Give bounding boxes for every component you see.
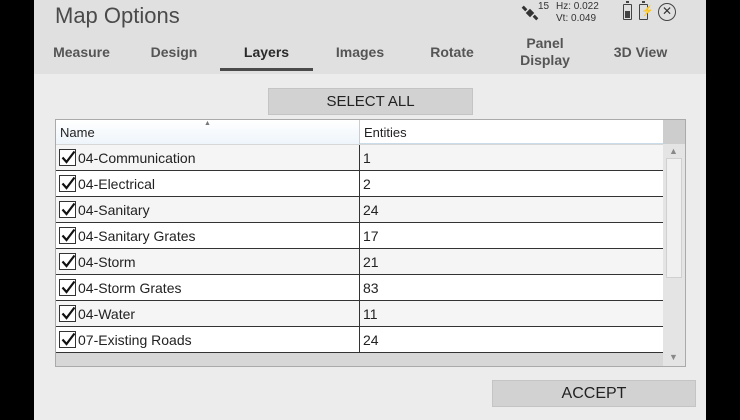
entity-count-cell: 17 <box>363 227 379 244</box>
header: Map Options 15 Hz: 0.022 Vt: 0.049 ⚡ ✕ M… <box>34 0 706 74</box>
layer-visibility-checkbox[interactable] <box>59 279 76 296</box>
entity-count-cell: 1 <box>363 149 371 166</box>
table-row[interactable]: 04-Storm 21 <box>56 249 663 275</box>
layer-name: 04-Storm <box>78 253 136 270</box>
status-bar: 15 Hz: 0.022 Vt: 0.049 ⚡ ✕ <box>506 0 706 26</box>
charging-battery-icon: ⚡ <box>639 1 653 20</box>
layer-name-cell: 04-Storm Grates <box>56 275 360 300</box>
satellite-count: 15 <box>538 1 550 12</box>
table-row[interactable]: 04-Sanitary 24 <box>56 197 663 223</box>
layer-name-cell: 04-Electrical <box>56 171 360 196</box>
scroll-up-icon[interactable]: ▲ <box>669 146 678 156</box>
scrollbar-header-cap <box>663 120 685 144</box>
tab-panel-display[interactable]: Panel Display <box>497 30 593 74</box>
entity-count-cell: 83 <box>363 279 379 296</box>
layer-name-cell: 04-Water <box>56 301 360 326</box>
table-row[interactable]: 04-Electrical 2 <box>56 171 663 197</box>
checkmark-icon <box>61 228 76 242</box>
column-header-name-label: Name <box>60 124 95 140</box>
table-row[interactable]: 04-Water 11 <box>56 301 663 327</box>
layer-visibility-checkbox[interactable] <box>59 201 76 218</box>
layer-visibility-checkbox[interactable] <box>59 149 76 166</box>
layer-name: 04-Communication <box>78 149 196 166</box>
map-options-window: Map Options 15 Hz: 0.022 Vt: 0.049 ⚡ ✕ M… <box>34 0 706 420</box>
layer-name: 04-Sanitary <box>78 201 150 218</box>
checkmark-icon <box>61 176 76 190</box>
satellite-icon <box>521 5 539 21</box>
entity-count-cell: 11 <box>363 305 378 322</box>
layer-visibility-checkbox[interactable] <box>59 227 76 244</box>
scrollbar-thumb[interactable] <box>666 158 682 278</box>
layers-table: Name ▲ Entities 04-Communication 1 04-Elec… <box>55 119 686 367</box>
tab-rotate[interactable]: Rotate <box>407 30 497 74</box>
table-row[interactable]: 04-Storm Grates 83 <box>56 275 663 301</box>
sort-ascending-icon: ▲ <box>204 120 211 127</box>
tab-images[interactable]: Images <box>313 30 407 74</box>
layer-name: 07-Existing Roads <box>78 331 192 348</box>
layer-name: 04-Water <box>78 305 136 322</box>
layer-name: 04-Storm Grates <box>78 279 182 296</box>
hz-readout: Hz: 0.022 <box>556 1 599 12</box>
layer-visibility-checkbox[interactable] <box>59 253 76 270</box>
layer-name: 04-Sanitary Grates <box>78 227 196 244</box>
table-row[interactable]: 07-Existing Roads 24 <box>56 327 663 353</box>
vt-readout: Vt: 0.049 <box>556 13 597 24</box>
tab-design[interactable]: Design <box>129 30 219 74</box>
table-row[interactable]: 04-Communication 1 <box>56 145 663 171</box>
layer-visibility-checkbox[interactable] <box>59 305 76 322</box>
scroll-down-icon[interactable]: ▼ <box>669 352 678 362</box>
tab-bar: Measure Design Layers Images Rotate Pane… <box>34 30 706 74</box>
layer-name-cell: 07-Existing Roads <box>56 327 360 352</box>
entity-count-cell: 21 <box>363 253 379 270</box>
checkmark-icon <box>61 202 76 216</box>
checkmark-icon <box>61 150 76 164</box>
window-title: Map Options <box>55 3 180 28</box>
battery-icon <box>623 1 632 20</box>
table-header: Name ▲ Entities <box>56 120 663 144</box>
active-tab-indicator <box>220 68 313 71</box>
layer-visibility-checkbox[interactable] <box>59 331 76 348</box>
layer-name-cell: 04-Communication <box>56 145 360 170</box>
tab-measure[interactable]: Measure <box>34 30 129 74</box>
checkmark-icon <box>61 280 76 294</box>
layer-name: 04-Electrical <box>78 175 156 192</box>
entity-count-cell: 24 <box>363 201 379 218</box>
entity-count-cell: 2 <box>363 175 371 192</box>
checkmark-icon <box>61 306 76 320</box>
vertical-scrollbar[interactable]: ▲ ▼ <box>663 120 685 366</box>
layer-visibility-checkbox[interactable] <box>59 175 76 192</box>
select-all-button[interactable]: SELECT ALL <box>268 88 473 115</box>
entity-count-cell: 24 <box>363 331 379 348</box>
tab-3d-view[interactable]: 3D View <box>593 30 688 74</box>
layer-name-cell: 04-Sanitary Grates <box>56 223 360 248</box>
layer-name-cell: 04-Sanitary <box>56 197 360 222</box>
accept-button[interactable]: ACCEPT <box>492 380 696 407</box>
column-header-name[interactable]: Name ▲ <box>56 120 360 144</box>
column-header-entities[interactable]: Entities <box>360 120 663 144</box>
checkmark-icon <box>61 332 76 346</box>
close-icon[interactable]: ✕ <box>658 3 676 21</box>
table-row[interactable]: 04-Sanitary Grates 17 <box>56 223 663 249</box>
checkmark-icon <box>61 254 76 268</box>
layer-name-cell: 04-Storm <box>56 249 360 274</box>
